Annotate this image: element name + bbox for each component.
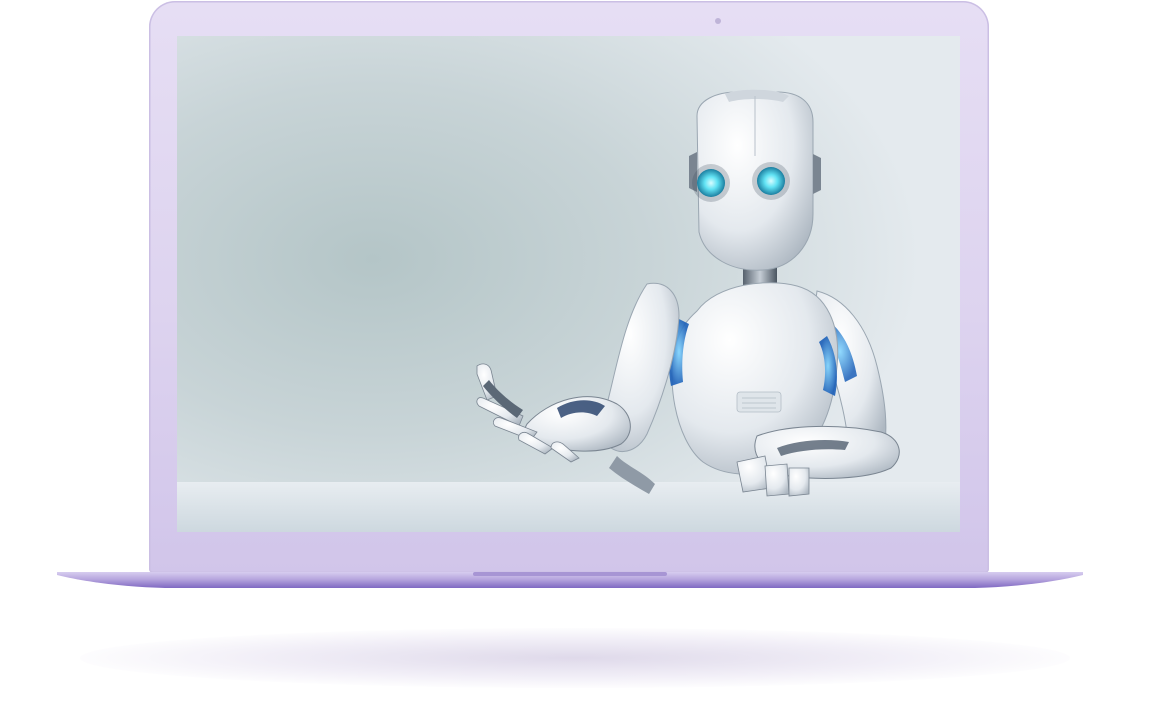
robot-head xyxy=(689,89,821,271)
robot-eye-right xyxy=(757,167,785,195)
laptop-notch xyxy=(473,572,667,576)
laptop-screen xyxy=(177,36,960,532)
webcam-icon xyxy=(715,18,721,24)
laptop-base xyxy=(57,572,1083,588)
laptop-shadow xyxy=(80,628,1070,688)
desk-surface xyxy=(177,482,960,532)
robot-eye-left xyxy=(697,169,725,197)
robot-illustration xyxy=(177,36,960,532)
laptop-mockup xyxy=(0,0,1154,709)
